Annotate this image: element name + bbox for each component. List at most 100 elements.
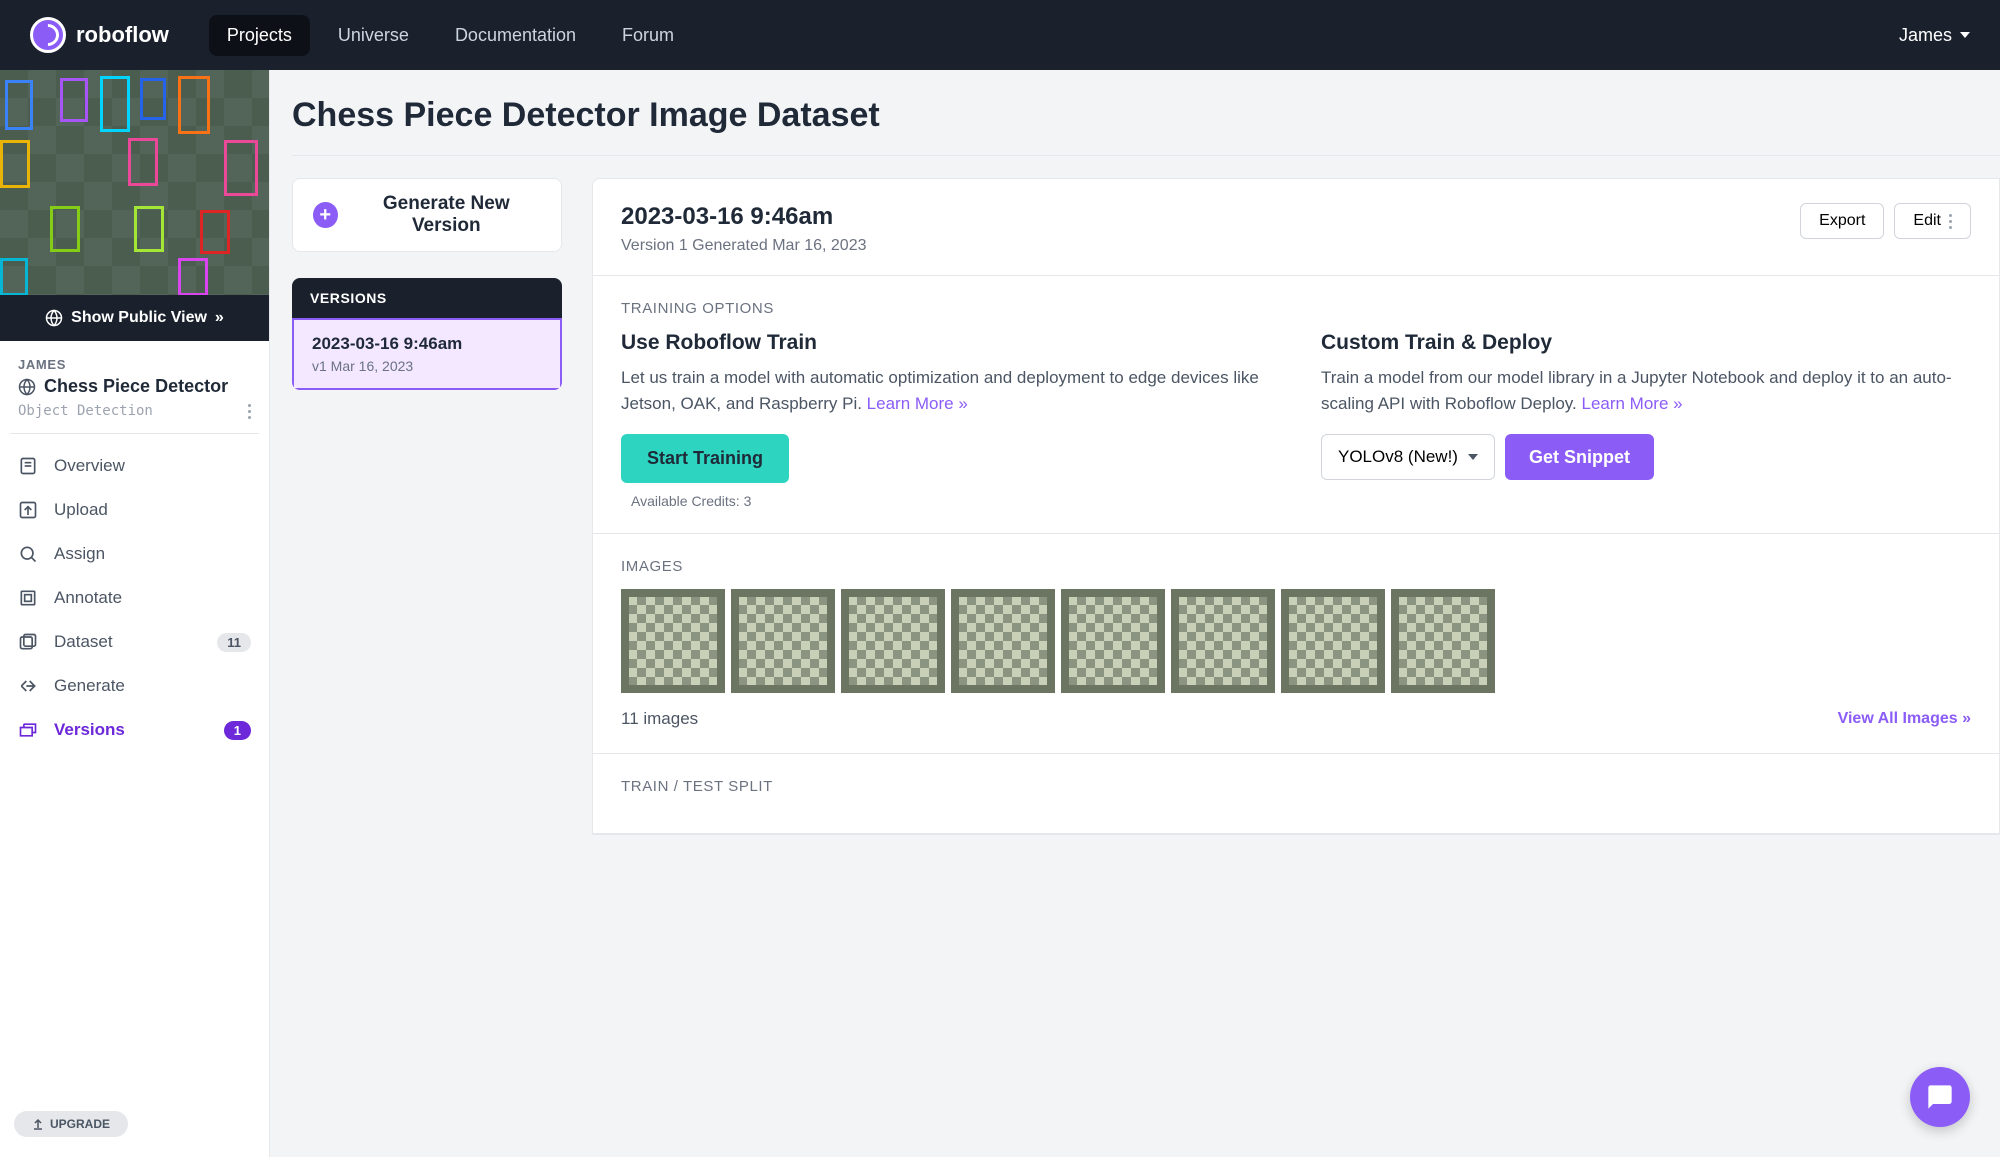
bounding-box-icon: [18, 588, 38, 608]
sidebar-item-label: Assign: [54, 544, 105, 564]
export-button[interactable]: Export: [1800, 203, 1884, 239]
plus-circle-icon: +: [313, 202, 338, 228]
version-meta: v1 Mar 16, 2023: [312, 358, 542, 374]
logo[interactable]: roboflow: [30, 17, 169, 53]
start-training-button[interactable]: Start Training: [621, 434, 789, 483]
training-options-label: TRAINING OPTIONS: [621, 300, 1971, 317]
sidebar-item-upload[interactable]: Upload: [8, 488, 261, 532]
sidebar-item-label: Versions: [54, 720, 125, 740]
custom-train-title: Custom Train & Deploy: [1321, 331, 1971, 355]
image-thumb[interactable]: [1281, 589, 1385, 693]
public-view-label: Show Public View: [71, 309, 207, 327]
versions-panel: VERSIONS 2023-03-16 9:46am v1 Mar 16, 20…: [292, 278, 562, 390]
versions-header: VERSIONS: [292, 278, 562, 318]
document-icon: [18, 456, 38, 476]
sidebar-item-overview[interactable]: Overview: [8, 444, 261, 488]
model-select-value: YOLOv8 (New!): [1338, 447, 1458, 467]
images-section: IMAGES 11 images: [593, 534, 1999, 754]
available-credits: Available Credits: 3: [631, 493, 1271, 509]
show-public-view-button[interactable]: Show Public View »: [0, 295, 269, 341]
image-thumb[interactable]: [621, 589, 725, 693]
sidebar-item-label: Overview: [54, 456, 125, 476]
generate-new-version-button[interactable]: + Generate New Version: [292, 178, 562, 252]
sidebar-item-label: Upload: [54, 500, 108, 520]
chevron-right-icon: »: [215, 309, 224, 327]
sidebar-item-label: Generate: [54, 676, 125, 696]
sidebar-item-versions[interactable]: Versions 1: [8, 708, 261, 752]
logo-icon: [30, 17, 66, 53]
get-snippet-button[interactable]: Get Snippet: [1505, 434, 1654, 480]
nav-forum[interactable]: Forum: [604, 15, 692, 56]
project-type: Object Detection: [18, 403, 153, 419]
image-thumb[interactable]: [841, 589, 945, 693]
sidebar-item-assign[interactable]: Assign: [8, 532, 261, 576]
sidebar-item-label: Annotate: [54, 588, 122, 608]
roboflow-train-col: Use Roboflow Train Let us train a model …: [621, 331, 1271, 509]
detail-subtitle: Version 1 Generated Mar 16, 2023: [621, 237, 867, 255]
image-thumb[interactable]: [1391, 589, 1495, 693]
content: Chess Piece Detector Image Dataset + Gen…: [270, 70, 2000, 1157]
version-card[interactable]: 2023-03-16 9:46am v1 Mar 16, 2023: [292, 318, 562, 390]
nav-projects[interactable]: Projects: [209, 15, 310, 56]
versions-count-badge: 1: [224, 721, 251, 740]
nav-documentation[interactable]: Documentation: [437, 15, 594, 56]
project-row: Chess Piece Detector: [0, 376, 269, 403]
globe-icon: [45, 309, 63, 327]
search-icon: [18, 544, 38, 564]
chat-fab[interactable]: [1910, 1067, 1970, 1127]
nav-user-menu[interactable]: James: [1899, 25, 1970, 46]
upload-icon: [18, 500, 38, 520]
detail-header: 2023-03-16 9:46am Version 1 Generated Ma…: [593, 179, 1999, 276]
image-thumb[interactable]: [951, 589, 1055, 693]
generate-btn-label: Generate New Version: [352, 193, 541, 237]
topnav: roboflow Projects Universe Documentation…: [0, 0, 2000, 70]
image-thumb[interactable]: [1171, 589, 1275, 693]
image-count: 11 images: [621, 709, 698, 729]
images-icon: [18, 632, 38, 652]
dataset-count-badge: 11: [217, 633, 251, 652]
images-row: [621, 589, 1971, 693]
sidebar-item-annotate[interactable]: Annotate: [8, 576, 261, 620]
page-title: Chess Piece Detector Image Dataset: [292, 96, 2000, 156]
project-name: Chess Piece Detector: [44, 376, 228, 397]
chevron-down-icon: [1468, 454, 1478, 460]
logo-text: roboflow: [76, 22, 169, 48]
upgrade-label: UPGRADE: [50, 1117, 110, 1131]
custom-train-col: Custom Train & Deploy Train a model from…: [1321, 331, 1971, 509]
view-all-images-link[interactable]: View All Images »: [1838, 710, 1971, 728]
project-hero-image: [0, 70, 269, 295]
sidebar-item-generate[interactable]: Generate: [8, 664, 261, 708]
train-test-split-section: TRAIN / TEST SPLIT: [593, 754, 1999, 834]
owner-name: JAMES: [0, 341, 269, 376]
version-detail-panel: 2023-03-16 9:46am Version 1 Generated Ma…: [592, 178, 2000, 835]
image-thumb[interactable]: [731, 589, 835, 693]
detail-title: 2023-03-16 9:46am: [621, 203, 867, 231]
split-label: TRAIN / TEST SPLIT: [621, 778, 1971, 795]
globe-icon: [18, 378, 36, 396]
version-date: 2023-03-16 9:46am: [312, 334, 542, 354]
project-type-row: Object Detection: [0, 403, 269, 433]
upload-arrow-icon: [32, 1118, 44, 1130]
sidebar: Show Public View » JAMES Chess Piece Det…: [0, 70, 270, 1157]
nav-links: Projects Universe Documentation Forum: [209, 15, 692, 56]
sidebar-item-label: Dataset: [54, 632, 113, 652]
edit-button[interactable]: Edit: [1894, 203, 1971, 239]
sidebar-nav: Overview Upload Assign Annotate Dataset: [0, 444, 269, 1101]
chevron-down-icon: [1960, 32, 1970, 38]
folders-icon: [18, 720, 38, 740]
learn-more-link[interactable]: Learn More »: [867, 394, 968, 413]
more-icon[interactable]: [248, 404, 251, 419]
roboflow-train-title: Use Roboflow Train: [621, 331, 1271, 355]
nav-universe[interactable]: Universe: [320, 15, 427, 56]
image-thumb[interactable]: [1061, 589, 1165, 693]
sidebar-item-dataset[interactable]: Dataset 11: [8, 620, 261, 664]
more-icon: [1949, 214, 1952, 229]
upgrade-button[interactable]: UPGRADE: [14, 1111, 128, 1137]
generate-icon: [18, 676, 38, 696]
learn-more-link[interactable]: Learn More »: [1581, 394, 1682, 413]
model-select[interactable]: YOLOv8 (New!): [1321, 434, 1495, 480]
custom-train-desc: Train a model from our model library in …: [1321, 365, 1971, 416]
chat-icon: [1926, 1083, 1954, 1111]
roboflow-train-desc: Let us train a model with automatic opti…: [621, 365, 1271, 416]
user-name: James: [1899, 25, 1952, 46]
